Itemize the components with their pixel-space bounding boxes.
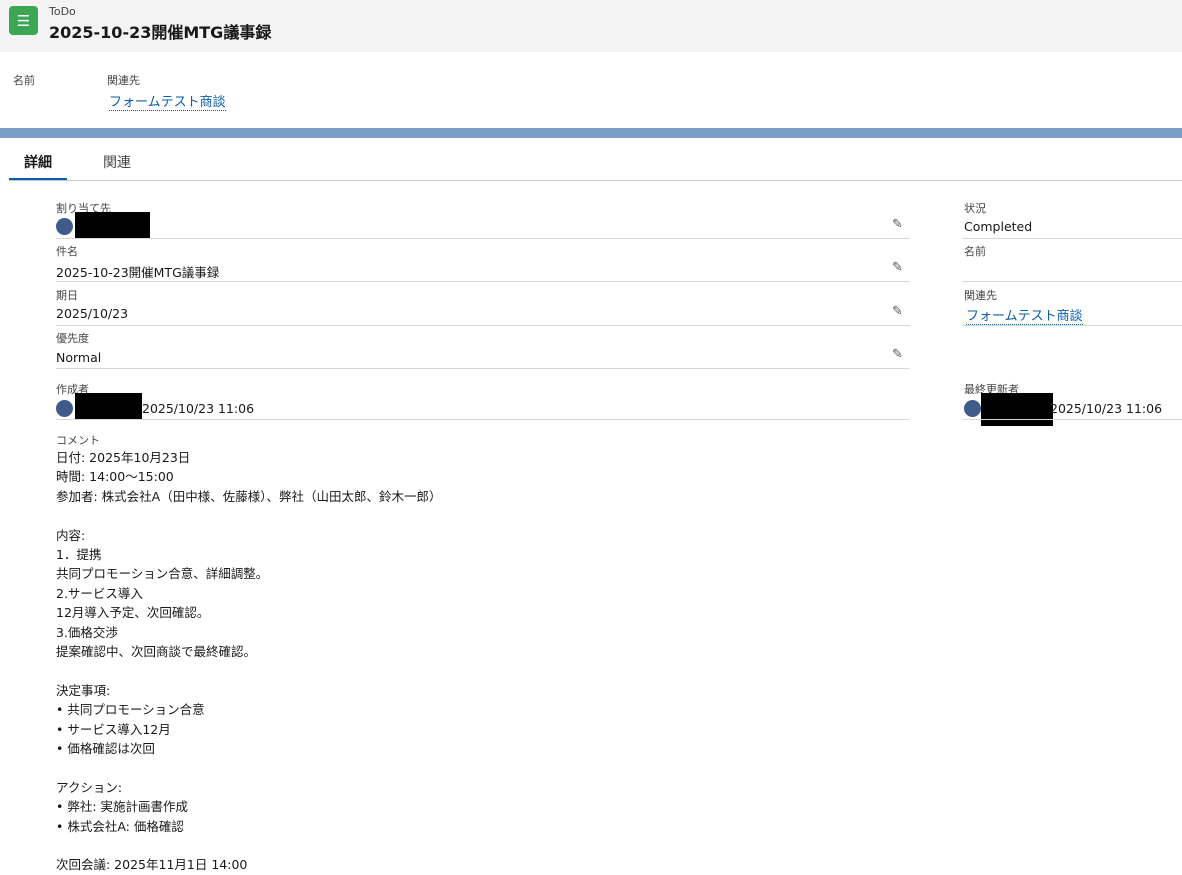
edit-pencil-icon[interactable]: ✎	[892, 217, 903, 232]
status-label: 状況	[964, 202, 986, 215]
highlight-name-label: 名前	[13, 74, 35, 87]
comment-line: 決定事項:	[56, 682, 111, 698]
record-title: 2025-10-23開催MTG議事録	[49, 23, 272, 42]
redacted-name	[75, 393, 142, 420]
priority-label: 優先度	[56, 332, 89, 345]
comment-line: 提案確認中、次回商談で最終確認。	[56, 644, 257, 659]
comment-line: 日付: 2025年10月23日	[56, 450, 191, 465]
user-avatar-icon	[56, 400, 73, 417]
edit-pencil-icon[interactable]: ✎	[892, 304, 903, 319]
name-label: 名前	[964, 245, 986, 258]
comment-line: 共同プロモーション合意、詳細調整。	[56, 566, 269, 582]
field-divider	[962, 419, 1182, 420]
field-divider	[962, 281, 1182, 282]
decorative-band	[0, 128, 1182, 138]
comment-line: 12月導入予定、次回確認。	[56, 605, 210, 621]
user-avatar-icon	[56, 218, 73, 235]
highlight-related-link[interactable]: フォームテスト商談	[109, 91, 226, 111]
subject-value: 2025-10-23開催MTG議事録	[56, 265, 220, 280]
comment-line: • 共同プロモーション合意	[56, 702, 205, 718]
comment-line: 3.価格交渉	[56, 624, 118, 640]
edit-pencil-icon[interactable]: ✎	[892, 347, 903, 362]
field-divider	[56, 281, 910, 282]
related-link[interactable]: フォームテスト商談	[966, 305, 1083, 325]
highlight-related-label: 関連先	[107, 74, 140, 87]
field-divider	[962, 238, 1182, 239]
field-divider	[56, 419, 910, 420]
task-list-icon: ☰	[9, 6, 38, 35]
redacted-name	[981, 393, 1053, 426]
comment-line: • 価格確認は次回	[56, 741, 155, 756]
priority-value: Normal	[56, 350, 102, 365]
comment-line: • 株式会社A: 価格確認	[56, 818, 184, 834]
modified-value: 2025/10/23 11:06	[1050, 401, 1163, 416]
comment-label: コメント	[56, 434, 100, 447]
record-type: ToDo	[49, 5, 76, 18]
created-value: 2025/10/23 11:06	[142, 401, 255, 416]
field-divider	[56, 368, 910, 369]
comment-line: 参加者: 株式会社A（田中様、佐藤様）、弊社（山田太郎、鈴木一郎）	[56, 488, 442, 504]
redacted-name	[75, 212, 150, 239]
edit-pencil-icon[interactable]: ✎	[892, 260, 903, 275]
status-value: Completed	[964, 219, 1033, 234]
comment-line: 2.サービス導入	[56, 585, 143, 601]
user-avatar-icon	[964, 400, 981, 417]
due-label: 期日	[56, 289, 78, 302]
subject-label: 件名	[56, 245, 78, 258]
comment-line: • 弊社: 実施計画書作成	[56, 799, 189, 815]
tab-related[interactable]: 関連	[103, 152, 131, 172]
comment-line: 内容:	[56, 527, 86, 543]
tab-selected-indicator	[9, 178, 67, 180]
comment-line: 次回会議: 2025年11月1日 14:00	[56, 857, 248, 873]
comment-line: 1．提携	[56, 547, 102, 562]
comment-line: 時間: 14:00〜15:00	[56, 469, 174, 485]
field-divider	[56, 238, 910, 239]
comment-line: • サービス導入12月	[56, 721, 171, 737]
related-label: 関連先	[964, 289, 997, 302]
field-divider	[56, 325, 910, 326]
tab-details[interactable]: 詳細	[24, 152, 52, 172]
field-divider	[962, 325, 1182, 326]
due-value: 2025/10/23	[56, 306, 129, 321]
comment-line: アクション:	[56, 779, 123, 795]
tab-divider	[9, 180, 1182, 181]
